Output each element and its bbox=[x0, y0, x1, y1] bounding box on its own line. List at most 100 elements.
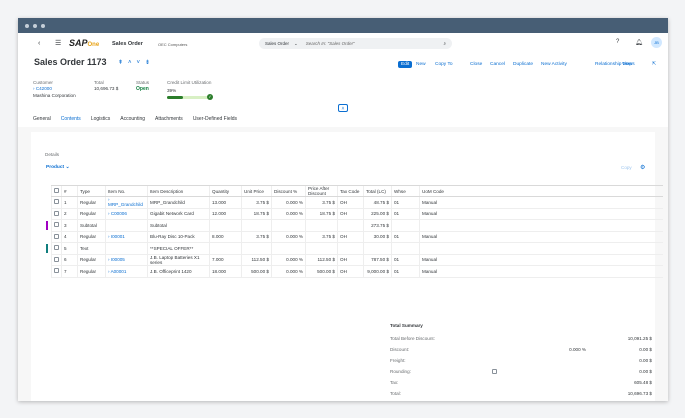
search-input[interactable]: Search In: "Sales Order" bbox=[306, 41, 444, 46]
table-row[interactable]: 7 Regular › A00001 J.B. Officeprint 1420 18.… bbox=[51, 265, 663, 278]
collapse-header-button[interactable]: ˄ bbox=[338, 104, 348, 112]
column-header[interactable]: Discount % bbox=[271, 185, 306, 197]
bell-icon[interactable]: 🔔︎ bbox=[635, 39, 643, 46]
column-header[interactable]: Item Description bbox=[147, 185, 210, 197]
summary-line: Rounding: 0.00 $ bbox=[390, 369, 652, 380]
table-cell: 8.000 bbox=[209, 231, 242, 243]
window-dot[interactable] bbox=[41, 23, 45, 28]
table-row[interactable]: 4 Regular › I00001 Blu-Ray Disc 10-Pack 8.00… bbox=[51, 231, 663, 243]
column-header[interactable]: Quantity bbox=[209, 185, 242, 197]
table-row[interactable]: 3 Subtotal Subtotal 273.75 $ bbox=[46, 219, 663, 232]
table-cell bbox=[419, 219, 663, 232]
table-cell: Manual bbox=[419, 231, 663, 243]
table-cell: 9,000.00 $ bbox=[363, 265, 392, 278]
new-button[interactable]: New bbox=[416, 62, 426, 67]
item-link[interactable]: › C00006 bbox=[108, 211, 127, 216]
table-row[interactable]: 5 Text **SPECIAL OFFER** bbox=[46, 242, 663, 255]
table-cell: Manual bbox=[419, 196, 663, 209]
copy-button[interactable]: Copy bbox=[621, 165, 632, 170]
cell-item-no: › I00001 bbox=[105, 231, 148, 243]
column-header[interactable]: Total (LC) bbox=[363, 185, 392, 197]
window-dot[interactable] bbox=[25, 23, 29, 28]
search-bar[interactable]: Sales Order ⌄ Search In: "Sales Order" ⌕ bbox=[259, 38, 452, 49]
contents-area: Details Product ⌄ Copy ⚙ # Type Item No. It… bbox=[18, 127, 668, 401]
table-cell: 112.50 $ bbox=[305, 254, 338, 266]
row-checkbox[interactable] bbox=[54, 233, 59, 239]
select-all-checkbox[interactable] bbox=[54, 188, 59, 193]
summary-line: Total: 10,696.73 $ bbox=[390, 391, 652, 401]
table-cell: 7 bbox=[61, 265, 78, 278]
table-cell bbox=[391, 219, 420, 232]
total-block: Total 10,696.73 $ bbox=[94, 80, 118, 93]
table-cell bbox=[209, 242, 242, 255]
table-cell: 01 bbox=[391, 265, 420, 278]
table-cell: 6 bbox=[61, 254, 78, 266]
column-header[interactable]: Unit Price bbox=[241, 185, 272, 197]
copy-to-button[interactable]: Copy To bbox=[435, 62, 453, 67]
table-cell: Regular bbox=[77, 231, 106, 243]
help-icon[interactable]: ? bbox=[616, 39, 619, 45]
search-icon[interactable]: ⌕ bbox=[443, 41, 446, 46]
edit-button[interactable]: Edit bbox=[398, 61, 413, 68]
table-cell: 0.000 % bbox=[271, 254, 306, 266]
column-header[interactable]: Tax Code bbox=[337, 185, 364, 197]
window-dot[interactable] bbox=[33, 23, 37, 28]
avatar[interactable]: JB bbox=[651, 37, 662, 48]
column-header[interactable]: Item No. bbox=[105, 185, 148, 197]
table-cell: 18.75 $ bbox=[241, 208, 272, 220]
row-type-marker bbox=[46, 221, 48, 230]
duplicate-button[interactable]: Duplicate bbox=[513, 62, 533, 67]
product-dropdown[interactable]: Product ⌄ bbox=[46, 165, 69, 170]
cell-item-no: › A00001 bbox=[105, 265, 148, 278]
status-value: Open bbox=[136, 86, 149, 93]
column-header[interactable]: Price After Discount bbox=[305, 185, 338, 197]
views-button[interactable]: Views bbox=[622, 62, 635, 67]
cell-item-no: › MRP_Grandchild bbox=[105, 196, 148, 209]
table-cell: Gigabit Network Card bbox=[147, 208, 210, 220]
row-checkbox[interactable] bbox=[54, 199, 59, 205]
table-cell: 3.75 $ bbox=[241, 231, 272, 243]
title-bar bbox=[18, 18, 668, 33]
row-checkbox[interactable] bbox=[54, 268, 59, 274]
menu-icon[interactable]: ☰ bbox=[55, 39, 61, 47]
table-cell: 0.000 % bbox=[271, 265, 306, 278]
table-cell: 2 bbox=[61, 208, 78, 220]
item-link[interactable]: › A00001 bbox=[108, 269, 126, 274]
column-header[interactable]: Whse bbox=[391, 185, 420, 197]
table-cell: 3.75 $ bbox=[305, 231, 338, 243]
column-header[interactable]: Type bbox=[77, 185, 106, 197]
item-link[interactable]: › I00001 bbox=[108, 234, 125, 239]
table-row[interactable]: 1 Regular › MRP_Grandchild MRP_Grandchild 13… bbox=[51, 196, 663, 209]
table-row[interactable]: 2 Regular › C00006 Gigabit Network Card 12.0… bbox=[51, 208, 663, 220]
row-checkbox[interactable] bbox=[54, 245, 59, 251]
summary-line: Freight: 0.00 $ bbox=[390, 358, 652, 369]
row-checkbox[interactable] bbox=[54, 210, 59, 216]
column-header[interactable]: # bbox=[61, 185, 78, 197]
column-header[interactable]: UoM Code bbox=[419, 185, 663, 197]
summary-label: Total: bbox=[390, 391, 401, 396]
item-link[interactable]: › I00005 bbox=[108, 257, 125, 262]
module-title: Sales Order bbox=[112, 41, 143, 47]
close-button[interactable]: Close bbox=[470, 62, 482, 67]
item-link[interactable]: › MRP_Grandchild bbox=[108, 197, 143, 207]
row-select bbox=[51, 196, 62, 209]
customer-block: Customer › C42000 Mashina Corporation bbox=[33, 80, 76, 99]
table-cell bbox=[391, 242, 420, 255]
new-activity-button[interactable]: New Activity bbox=[541, 62, 567, 67]
table-cell: Regular bbox=[77, 196, 106, 209]
back-icon[interactable]: ‹ bbox=[38, 40, 40, 47]
table-row[interactable]: 6 Regular › I00005 J.B. Laptop Batteries X1… bbox=[51, 254, 663, 266]
record-nav-icons[interactable]: ⇞˄˅⇟ bbox=[118, 59, 155, 66]
search-scope[interactable]: Sales Order bbox=[265, 41, 289, 46]
summary-pct: 0.000 % bbox=[569, 347, 586, 352]
table-cell: Text bbox=[77, 242, 106, 255]
table-cell: 7.000 bbox=[209, 254, 242, 266]
rounding-checkbox[interactable] bbox=[492, 369, 497, 374]
share-icon[interactable]: ⇱ bbox=[652, 62, 656, 67]
table-cell: 18.000 bbox=[209, 265, 242, 278]
row-checkbox[interactable] bbox=[54, 222, 59, 228]
row-checkbox[interactable] bbox=[54, 256, 59, 262]
sap-logo: SAPOne bbox=[69, 38, 100, 48]
cancel-button[interactable]: Cancel bbox=[490, 62, 505, 67]
settings-icon[interactable]: ⚙ bbox=[640, 164, 645, 171]
